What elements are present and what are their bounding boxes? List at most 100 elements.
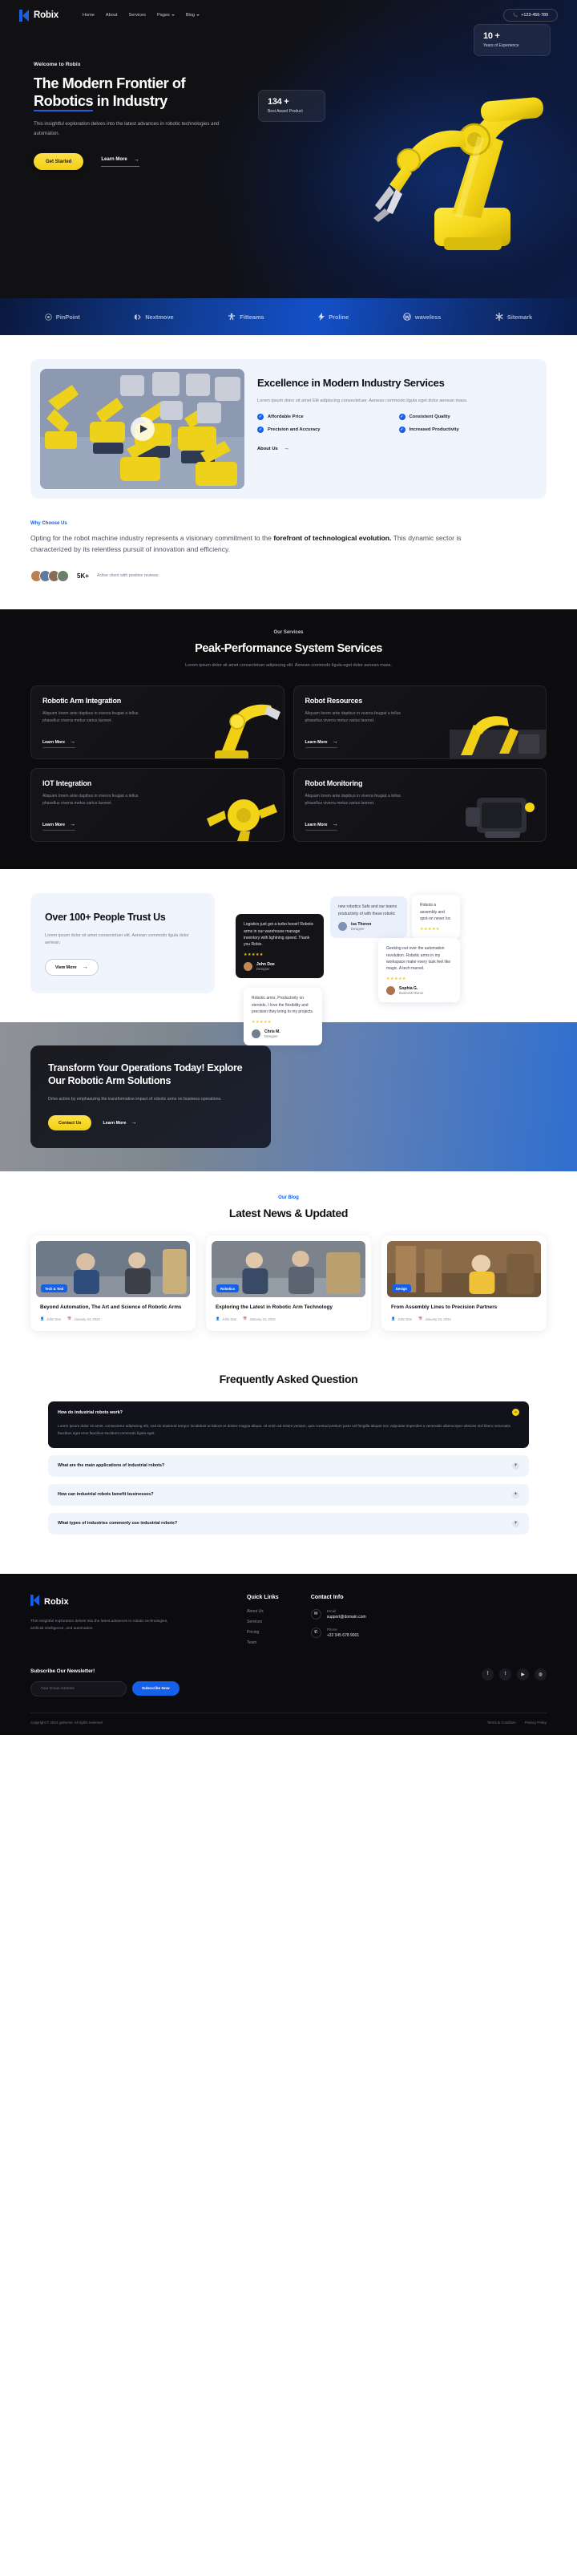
footer-logo[interactable]: Robix — [30, 1594, 215, 1610]
excellence-video-thumbnail[interactable] — [40, 369, 244, 489]
footer-link-team[interactable]: Team — [247, 1640, 279, 1645]
faq-question[interactable]: How can industrial robots benefit busine… — [48, 1483, 529, 1506]
learn-more-label: Learn More — [42, 822, 65, 827]
cta-learn-more-link[interactable]: Learn More → — [103, 1120, 136, 1126]
faq-list: How do industrial robots work? − Lorem i… — [48, 1401, 529, 1535]
rating-stars: ★★★★★ — [386, 977, 406, 982]
stat-card-experience: 10 + Years of Experience — [474, 24, 551, 56]
footer-link-pricing[interactable]: Pricing — [247, 1630, 279, 1635]
services-grid: Robotic Arm Integration Aliquam lorem an… — [30, 685, 547, 843]
service-learn-more[interactable]: Learn More → — [305, 739, 338, 749]
footer-link-about-us[interactable]: About Us — [247, 1609, 279, 1614]
contact-us-button[interactable]: Contact Us — [48, 1115, 92, 1131]
nav-item-home[interactable]: Home — [83, 13, 95, 18]
date-meta: 📅 January 24, 2024 — [67, 1316, 100, 1321]
author-name: John Doe — [46, 1316, 62, 1321]
youtube-icon[interactable]: ▶ — [517, 1668, 529, 1680]
legal-link-terms[interactable]: Terms & Condition — [487, 1721, 516, 1725]
testimonials-inner: Over 100+ People Trust Us Lorem ipsum do… — [30, 893, 547, 1046]
feature-item: ✓ Precision and Accuracy — [257, 427, 391, 434]
nav-item-services[interactable]: Services — [129, 13, 146, 18]
faq-question[interactable]: What are the main applications of indust… — [48, 1454, 529, 1477]
blog-kicker: Our Blog — [278, 1195, 299, 1201]
why-text: Opting for the robot machine industry re… — [30, 533, 463, 556]
partner-fitteams[interactable]: Fitteams — [228, 313, 264, 321]
blog-meta: 👤 John Doe 📅 January 24, 2024 — [216, 1316, 361, 1321]
service-card-robot-monitoring[interactable]: Robot Monitoring Aliquam lorem ante dapi… — [293, 768, 547, 843]
excellence-description: Lorem ipsum dolor sit amet Elit adipisci… — [257, 398, 468, 403]
brand-name: Robix — [34, 10, 59, 20]
faq-question-open[interactable]: How do industrial robots work? − — [48, 1401, 529, 1424]
view-more-button[interactable]: View More → — [45, 959, 99, 977]
blog-card[interactable]: Robotics Exploring the Latest in Robotic… — [206, 1235, 371, 1332]
footer-link-services[interactable]: Services — [247, 1620, 279, 1624]
service-card-robotic-arm-integration[interactable]: Robotic Arm Integration Aliquam lorem an… — [30, 685, 284, 760]
services-subtitle: Lorem ipsum dolor sit amet consectetuer … — [185, 662, 392, 668]
stat-label: Best Award Product — [268, 109, 303, 114]
plus-icon[interactable]: + — [512, 1490, 519, 1498]
rating-stars: ★★★★★ — [244, 952, 264, 958]
service-desc: Aliquam lorem ante dapibus in viverra fe… — [42, 711, 139, 724]
blog-card[interactable]: Design From Assembly Lines to Precision … — [381, 1235, 547, 1332]
contact-phone[interactable]: ✆ Phone +22 345 678 9001 — [310, 1627, 366, 1638]
blog-card[interactable]: Tech & Tool Beyond Automation, The Art a… — [30, 1235, 196, 1332]
legal-link-privacy[interactable]: Privacy Policy — [525, 1721, 547, 1725]
brand-logo[interactable]: Robix — [19, 9, 59, 22]
partner-proline[interactable]: Proline — [318, 313, 349, 321]
testimonial-card[interactable]: new robotics Safe and our teams producti… — [330, 896, 407, 938]
partner-sitemark[interactable]: Sitemark — [495, 313, 532, 321]
service-card-iot-integration[interactable]: IOT Integration Aliquam lorem ante dapib… — [30, 768, 284, 843]
blog-thumbnail: Tech & Tool — [36, 1241, 190, 1298]
service-learn-more[interactable]: Learn More → — [42, 822, 75, 831]
phone-button[interactable]: 📞 +123-456-789 — [503, 9, 558, 22]
testimonial-card[interactable]: Robots a assembly and spot-on never loc … — [412, 895, 460, 940]
faq-question[interactable]: What types of industries commonly use in… — [48, 1512, 529, 1535]
service-card-robot-resources[interactable]: Robot Resources Aliquam lorem ante dapib… — [293, 685, 547, 760]
nav-item-blog[interactable]: Blog — [186, 13, 200, 18]
newsletter-block: Subscribe Our Newsletter! Subscribe Now — [30, 1668, 180, 1696]
get-started-button[interactable]: Get Started — [34, 153, 84, 171]
copyright-text: Copyright © 2024 gotheme. All rights res… — [30, 1720, 104, 1725]
testimonial-card[interactable]: Geeking out over the automation revoluti… — [378, 938, 460, 1003]
testimonial-card[interactable]: Robotic arms, Productivity on steroids. … — [244, 988, 322, 1046]
hero-title-line2: in Industry — [93, 93, 167, 110]
play-button[interactable] — [130, 417, 155, 441]
learn-more-link[interactable]: Learn More → — [101, 157, 139, 167]
contact-value: support@domain.com — [326, 1614, 366, 1620]
author-role: Designer — [256, 967, 270, 972]
dribbble-icon[interactable]: ◍ — [535, 1668, 547, 1680]
phone-number: +123-456-789 — [521, 13, 548, 18]
facebook-icon[interactable]: f — [482, 1668, 494, 1680]
contact-email[interactable]: ✉ Email support@domain.com — [310, 1608, 366, 1620]
cta-box: Transform Your Operations Today! Explore… — [30, 1045, 271, 1149]
plus-icon[interactable]: + — [512, 1462, 519, 1470]
nav-item-pages[interactable]: Pages — [157, 13, 175, 18]
learn-more-label: Learn More — [101, 157, 127, 163]
hero-eyebrow: Welcome to Robix — [34, 62, 81, 67]
partner-pinpoint[interactable]: PinPoint — [45, 313, 80, 321]
hero-content: Welcome to Robix The Modern Frontier of … — [0, 26, 264, 171]
minus-icon[interactable]: − — [512, 1409, 519, 1417]
nav-item-about[interactable]: About — [106, 13, 118, 18]
arrow-right-icon: → — [283, 446, 289, 452]
service-learn-more[interactable]: Learn More → — [42, 739, 75, 749]
about-us-link[interactable]: About Us → — [257, 446, 532, 451]
service-desc: Aliquam lorem ante dapibus in viverra fe… — [42, 794, 139, 807]
partner-waveless[interactable]: waveless — [403, 313, 441, 321]
testimonial-author: isa Theron Designer — [338, 921, 399, 931]
blog-tag: Robotics — [216, 1284, 239, 1293]
testimonial-card[interactable]: Logistics just got a turbo boost! Roboti… — [236, 914, 324, 979]
newsletter-email-input[interactable] — [30, 1680, 127, 1696]
service-learn-more[interactable]: Learn More → — [305, 822, 338, 831]
asterisk-icon — [495, 313, 503, 321]
why-choose-us-section: Why Choose Us Opting for the robot machi… — [0, 499, 577, 609]
learn-more-label: Learn More — [305, 822, 328, 827]
twitter-icon[interactable]: t — [499, 1668, 511, 1680]
chevron-down-icon — [196, 14, 200, 16]
partner-name: PinPoint — [55, 313, 80, 321]
nav-label: Services — [128, 13, 146, 18]
partner-nextmove[interactable]: Nextmove — [134, 313, 174, 321]
subscribe-button[interactable]: Subscribe Now — [132, 1681, 180, 1696]
blog-title: Latest News & Updated — [228, 1207, 349, 1220]
plus-icon[interactable]: + — [512, 1519, 519, 1527]
